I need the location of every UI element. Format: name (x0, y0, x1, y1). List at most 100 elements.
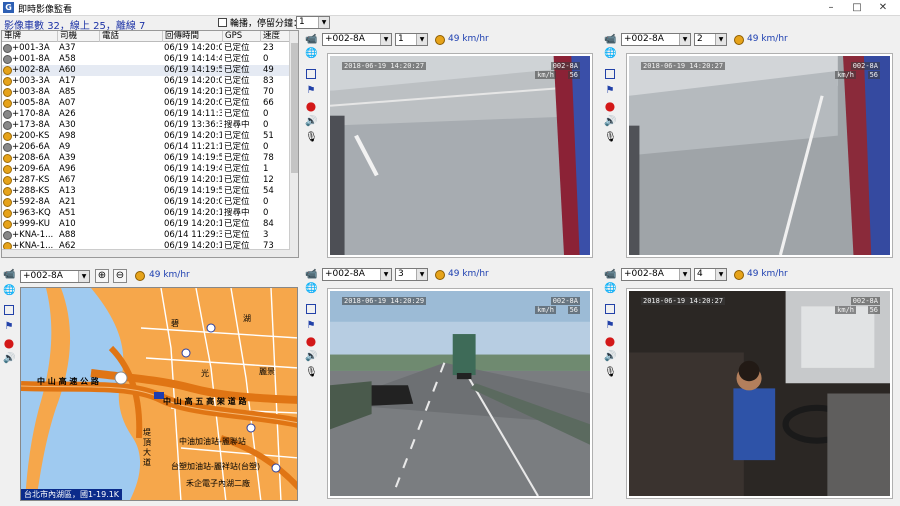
camera-vehicle-select[interactable]: +002-8A ▼ (322, 33, 392, 46)
camera-icon[interactable]: 📹 (604, 269, 616, 281)
speaker-icon[interactable]: 🔊 (305, 116, 317, 128)
vehicle-status-icon (3, 66, 12, 75)
target-icon[interactable] (605, 304, 615, 314)
table-row[interactable]: +200-KS A98 06/19 14:20:13已定位 51 (2, 131, 290, 142)
target-icon[interactable] (306, 69, 316, 79)
table-row[interactable]: +001-8A A58 06/19 14:14:41已定位 0 (2, 54, 290, 65)
camera-channel-select[interactable]: 1 ▼ (395, 33, 428, 46)
table-row[interactable]: +173-8A A30 06/19 13:36:32搜尋中 0 (2, 120, 290, 131)
map-view[interactable]: 中 山 高 速 公 路 中 山 高 五 高 架 道 路 中油加油站-麗聯站 台塑… (20, 287, 298, 501)
table-row[interactable]: +002-8A A60 06/19 14:19:59已定位 49 (2, 65, 290, 76)
cell-gps: 已定位 (224, 175, 250, 185)
broadcast-checkbox[interactable] (218, 18, 227, 27)
table-row[interactable]: +288-KS A13 06/19 14:19:58已定位 54 (2, 186, 290, 197)
globe-icon[interactable]: 🌐 (3, 285, 15, 297)
zoom-out-icon[interactable]: ⊖ (113, 269, 127, 283)
camera-icon[interactable]: 📹 (305, 269, 317, 281)
speaker-icon[interactable]: 🔊 (305, 351, 317, 363)
camera-icon[interactable]: 📹 (305, 34, 317, 46)
close-button[interactable]: ✕ (870, 0, 896, 16)
target-icon[interactable] (306, 304, 316, 314)
video-feed[interactable]: 2018-06-19 14:20:27 002-8A km/h 56 (330, 56, 590, 255)
record-icon[interactable]: ● (305, 100, 317, 112)
speaker-icon[interactable]: 🔊 (3, 353, 15, 365)
mic-icon[interactable]: 🎙 (305, 132, 318, 144)
video-feed[interactable]: 2018-06-19 14:20:27 002-8A km/h 56 (629, 291, 890, 496)
flag-icon[interactable]: ⚑ (305, 320, 317, 332)
table-row[interactable]: +209-6A A96 06/19 14:19:49已定位 1 (2, 164, 290, 175)
flag-icon[interactable]: ⚑ (3, 321, 15, 333)
maximize-button[interactable]: □ (844, 0, 870, 16)
minimize-button[interactable]: – (818, 0, 844, 16)
record-icon[interactable]: ● (604, 335, 616, 347)
camera-icon[interactable]: 📹 (604, 34, 616, 46)
table-row[interactable]: +999-KU A10 06/19 14:20:11已定位 84 (2, 219, 290, 230)
globe-icon[interactable]: 🌐 (305, 48, 317, 60)
video-feed[interactable]: 2018-06-19 14:20:29 002-8A km/h 56 (330, 291, 590, 496)
globe-icon[interactable]: 🌐 (604, 48, 616, 60)
scroll-thumb[interactable] (291, 43, 298, 173)
record-icon[interactable]: ● (604, 100, 616, 112)
col-plate[interactable]: 車牌 (2, 31, 58, 42)
table-row[interactable]: +KNA-1... A88 06/14 11:29:39已定位 3 (2, 230, 290, 241)
cell-speed: 49 (263, 65, 274, 75)
video-feed[interactable]: 2018-06-19 14:20:27 002-8A km/h 56 (629, 56, 890, 255)
camera-vehicle-select[interactable]: +002-8A ▼ (621, 268, 691, 281)
col-phone[interactable]: 電話 (100, 31, 163, 42)
vehicle-status-icon (3, 143, 12, 152)
vehicle-table: 車牌 司機 電話 回傳時間 GPS 速度 +001-3A A37 06/19 14:… (1, 30, 299, 258)
cell-driver: A21 (59, 197, 76, 207)
flag-icon[interactable]: ⚑ (305, 85, 317, 97)
table-row[interactable]: +287-KS A67 06/19 14:20:13已定位 12 (2, 175, 290, 186)
cell-phone (101, 98, 161, 109)
col-driver[interactable]: 司機 (58, 31, 100, 42)
camera-icon[interactable]: 📹 (3, 269, 15, 281)
vehicle-status-icon (3, 88, 12, 97)
table-horizontal-scrollbar[interactable] (2, 249, 290, 257)
table-row[interactable]: +170-8A A26 06/19 14:11:33已定位 0 (2, 109, 290, 120)
vehicle-status-icon (3, 209, 12, 218)
cell-time: 06/19 14:20:04 (164, 76, 222, 86)
camera-vehicle-select[interactable]: +002-8A ▼ (621, 33, 691, 46)
map-label-district6: 麗景 (259, 367, 275, 376)
mic-icon[interactable]: 🎙 (305, 367, 318, 379)
globe-icon[interactable]: 🌐 (305, 283, 317, 295)
cell-speed: 1 (263, 164, 269, 174)
table-row[interactable]: +003-3A A17 06/19 14:20:04已定位 83 (2, 76, 290, 87)
target-icon[interactable] (4, 305, 14, 315)
cell-plate: +206-6A (12, 142, 50, 152)
osd-timestamp: 2018-06-19 14:20:27 (641, 297, 726, 305)
globe-icon[interactable]: 🌐 (604, 283, 616, 295)
col-time[interactable]: 回傳時間 (163, 31, 223, 42)
speaker-icon[interactable]: 🔊 (604, 116, 616, 128)
chevron-down-icon: ▼ (715, 34, 726, 45)
table-row[interactable]: +963-KQ A51 06/19 14:20:15搜尋中 0 (2, 208, 290, 219)
mic-icon[interactable]: 🎙 (604, 367, 617, 379)
col-gps[interactable]: GPS (223, 31, 261, 42)
map-vehicle-select[interactable]: +002-8A ▼ (20, 270, 90, 283)
camera-channel-select[interactable]: 2 ▼ (694, 33, 727, 46)
flag-icon[interactable]: ⚑ (604, 85, 616, 97)
col-speed[interactable]: 速度 (261, 31, 290, 42)
broadcast-minutes-select[interactable]: 1 ▼ (296, 16, 330, 29)
map-label-area2: 頂 (143, 438, 151, 447)
target-icon[interactable] (605, 69, 615, 79)
vehicle-status-icon (3, 110, 12, 119)
table-row[interactable]: +592-8A A21 06/19 14:20:08已定位 0 (2, 197, 290, 208)
table-row[interactable]: +206-6A A9 06/14 11:21:10已定位 0 (2, 142, 290, 153)
flag-icon[interactable]: ⚑ (604, 320, 616, 332)
record-icon[interactable]: ● (305, 335, 317, 347)
zoom-in-icon[interactable]: ⊕ (95, 269, 109, 283)
speaker-icon[interactable]: 🔊 (604, 351, 616, 363)
camera-channel-select[interactable]: 3 ▼ (395, 268, 428, 281)
table-row[interactable]: +003-8A A85 06/19 14:20:10已定位 70 (2, 87, 290, 98)
table-row[interactable]: +001-3A A37 06/19 14:20:05已定位 23 (2, 43, 290, 54)
table-row[interactable]: +208-6A A39 06/19 14:19:59已定位 78 (2, 153, 290, 164)
table-row[interactable]: +005-8A A07 06/19 14:20:09已定位 66 (2, 98, 290, 109)
table-vertical-scrollbar[interactable] (289, 31, 298, 257)
camera-channel-select[interactable]: 4 ▼ (694, 268, 727, 281)
cell-plate: +173-8A (12, 120, 50, 130)
record-icon[interactable]: ● (3, 337, 15, 349)
mic-icon[interactable]: 🎙 (604, 132, 617, 144)
camera-vehicle-select[interactable]: +002-8A ▼ (322, 268, 392, 281)
